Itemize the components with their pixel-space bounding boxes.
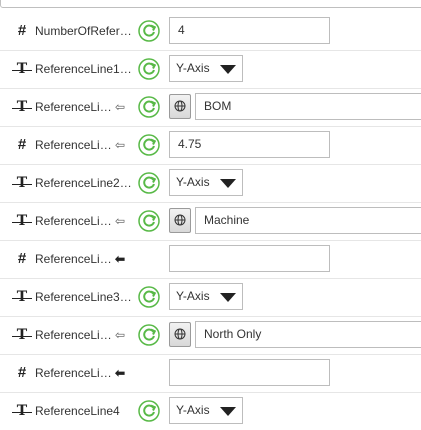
binding-arrow-solid-icon: ⬅ [115, 366, 126, 380]
select-value: Y-Axis [176, 289, 210, 303]
property-row-reference-line3-label: T ReferenceLi… ⇦ North Only [0, 317, 421, 355]
property-row-reference-line3-axis: T ReferenceLine3… Y-Axis [0, 279, 421, 317]
property-label: ReferenceLi… [35, 100, 112, 114]
chevron-down-icon [220, 293, 236, 302]
select-value: Y-Axis [176, 61, 210, 75]
property-label: ReferenceLine2… [35, 176, 132, 190]
property-row-reference-line3-value: # ReferenceLi… ⬅ [0, 355, 421, 393]
refresh-icon[interactable] [138, 58, 160, 80]
refresh-icon[interactable] [138, 20, 160, 42]
binding-arrow-icon: ⇦ [115, 214, 126, 228]
property-row-reference-line2-value: # ReferenceLi… ⬅ [0, 241, 421, 279]
refresh-icon[interactable] [138, 210, 160, 232]
text-type-icon: T [12, 61, 32, 77]
refresh-icon[interactable] [138, 400, 160, 422]
select-value: Y-Axis [176, 175, 210, 189]
property-label: ReferenceLi… [35, 366, 112, 380]
property-row-reference-line2-axis: T ReferenceLine2… Y-Axis [0, 165, 421, 203]
property-label: ReferenceLi… [35, 328, 112, 342]
reference-line2-axis-select[interactable]: Y-Axis [169, 169, 243, 196]
globe-icon [174, 328, 186, 340]
property-label: ReferenceLi… [35, 214, 112, 228]
number-of-reference-lines-input[interactable]: 4 [169, 17, 330, 44]
property-row-reference-line1-label: T ReferenceLi… ⇦ BOM [0, 89, 421, 127]
property-label: ReferenceLi… [35, 138, 112, 152]
chevron-down-icon [220, 65, 236, 74]
property-row-reference-line2-label: T ReferenceLi… ⇦ Machine [0, 203, 421, 241]
reference-line2-value-input[interactable] [169, 245, 330, 272]
reference-line1-value-input[interactable]: 4.75 [169, 131, 330, 158]
property-label: ReferenceLi… [35, 252, 112, 266]
reference-line3-value-input[interactable] [169, 359, 330, 386]
reference-line1-label-input[interactable]: BOM [195, 93, 421, 120]
binding-arrow-solid-icon: ⬅ [115, 252, 126, 266]
number-type-icon: # [17, 136, 27, 153]
globe-icon [174, 100, 186, 112]
localization-button[interactable] [169, 94, 191, 119]
property-label: NumberOfRefer… [35, 24, 132, 38]
property-row-reference-line4-axis: T ReferenceLine4 Y-Axis [0, 393, 421, 430]
refresh-icon[interactable] [138, 286, 160, 308]
text-type-icon: T [12, 289, 32, 305]
binding-arrow-icon: ⇦ [115, 100, 126, 114]
localization-button[interactable] [169, 208, 191, 233]
globe-icon [174, 214, 186, 226]
binding-arrow-icon: ⇦ [115, 328, 126, 342]
refresh-icon[interactable] [138, 172, 160, 194]
property-row-number-of-reference-lines: # NumberOfRefer… 4 [0, 13, 421, 51]
select-value: Y-Axis [176, 403, 210, 417]
chevron-down-icon [220, 179, 236, 188]
refresh-icon[interactable] [138, 324, 160, 346]
text-type-icon: T [12, 99, 32, 115]
text-type-icon: T [12, 327, 32, 343]
number-type-icon: # [17, 22, 27, 39]
property-row-reference-line1-value: # ReferenceLi… ⇦ 4.75 [0, 127, 421, 165]
text-type-icon: T [12, 213, 32, 229]
number-type-icon: # [17, 250, 27, 267]
localization-button[interactable] [169, 322, 191, 347]
number-type-icon: # [17, 364, 27, 381]
binding-arrow-icon: ⇦ [115, 138, 126, 152]
refresh-icon[interactable] [138, 96, 160, 118]
reference-line1-axis-select[interactable]: Y-Axis [169, 55, 243, 82]
refresh-icon[interactable] [138, 134, 160, 156]
text-type-icon: T [12, 403, 32, 419]
property-label: ReferenceLine3… [35, 290, 132, 304]
property-row-reference-line1-axis: T ReferenceLine1… Y-Axis [0, 51, 421, 89]
text-type-icon: T [12, 175, 32, 191]
reference-line3-label-input[interactable]: North Only [195, 321, 421, 348]
chevron-down-icon [220, 407, 236, 416]
top-panel-edge [0, 0, 421, 8]
reference-line4-axis-select[interactable]: Y-Axis [169, 397, 243, 424]
property-label: ReferenceLine1… [35, 62, 132, 76]
reference-line2-label-input[interactable]: Machine [195, 207, 421, 234]
reference-line3-axis-select[interactable]: Y-Axis [169, 283, 243, 310]
property-label: ReferenceLine4 [35, 404, 120, 418]
